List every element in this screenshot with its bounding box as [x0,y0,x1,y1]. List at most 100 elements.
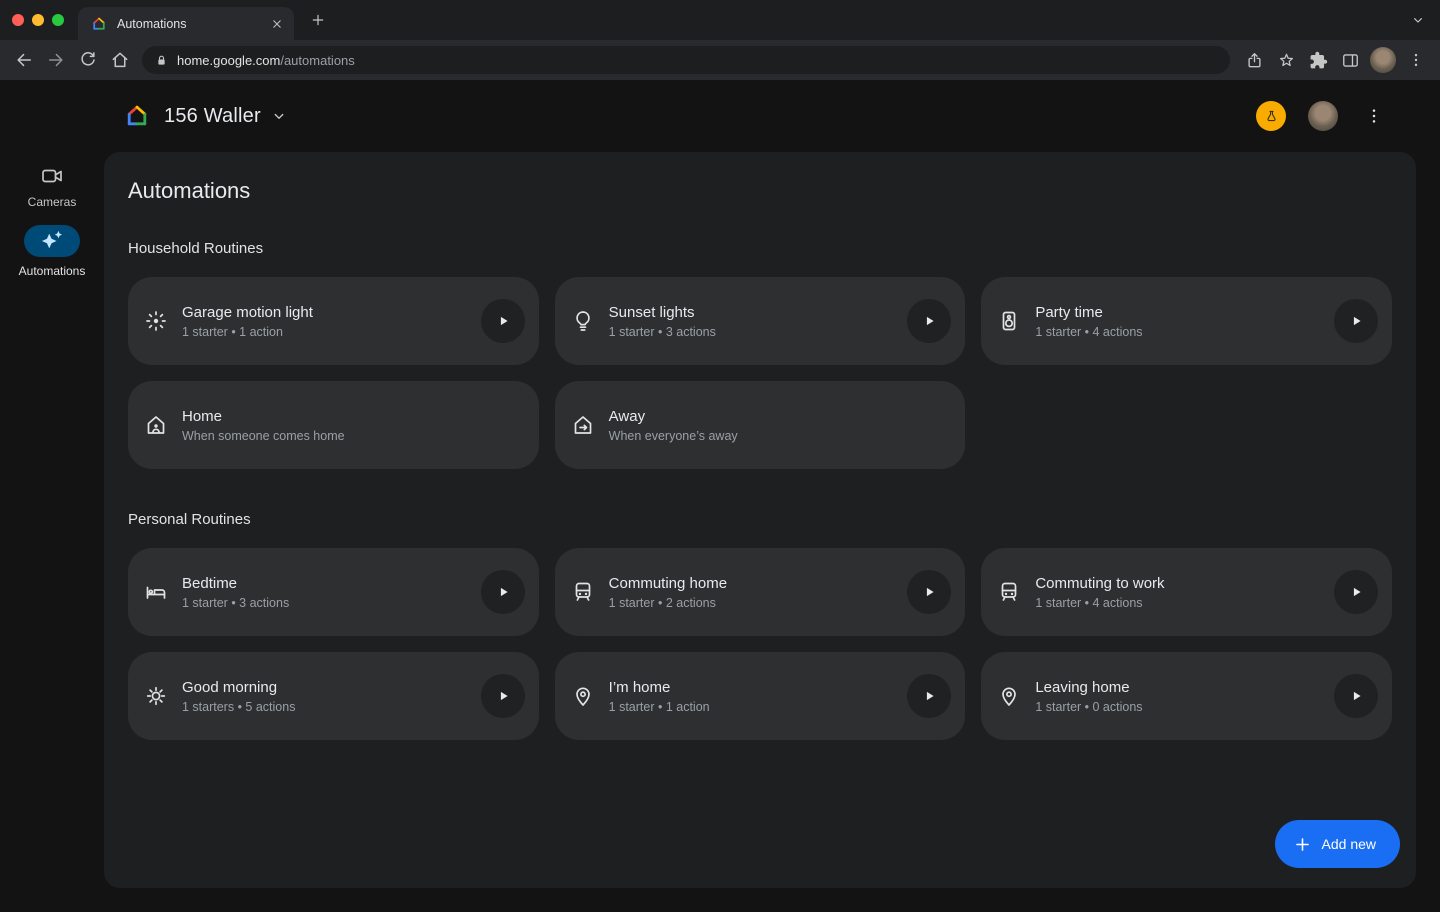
routine-card[interactable]: Good morning 1 starters • 5 actions [128,652,539,740]
routine-card[interactable]: Leaving home 1 starter • 0 actions [981,652,1392,740]
play-button[interactable] [481,674,525,718]
routine-card[interactable]: Home When someone comes home [128,381,539,469]
play-icon [501,692,508,700]
routine-title: Commuting home [609,575,727,592]
browser-toolbar: home.google.com/automations [0,40,1440,80]
play-icon [1354,588,1361,596]
close-window-button[interactable] [12,14,24,26]
google-home-logo [124,103,150,129]
routine-title: Good morning [182,679,295,696]
reload-icon[interactable] [72,44,104,76]
routine-subtitle: 1 starter • 4 actions [1035,596,1164,610]
section-label-personal: Personal Routines [128,511,1392,528]
routine-subtitle: 1 starter • 1 action [609,700,710,714]
app-header: 156 Waller [0,80,1440,152]
routine-card[interactable]: Commuting to work 1 starter • 4 actions [981,548,1392,636]
page-title: Automations [128,178,1392,204]
play-button[interactable] [1334,674,1378,718]
routine-card[interactable]: Party time 1 starter • 4 actions [981,277,1392,365]
browser-profile-avatar[interactable] [1366,47,1400,73]
location-pin-icon [997,684,1021,708]
play-icon [927,317,934,325]
forward-icon[interactable] [40,44,72,76]
bookmark-star-icon[interactable] [1270,44,1302,76]
routine-subtitle: 1 starter • 1 action [182,325,313,339]
play-button[interactable] [1334,570,1378,614]
share-icon[interactable] [1238,44,1270,76]
motion-sensor-icon [144,309,168,333]
play-icon [927,692,934,700]
tab-search-chevron-icon[interactable] [1406,8,1430,32]
routine-subtitle: 1 starter • 4 actions [1035,325,1142,339]
zoom-window-button[interactable] [52,14,64,26]
routine-title: Bedtime [182,575,289,592]
play-icon [501,317,508,325]
location-pin-icon [571,684,595,708]
address-bar[interactable]: home.google.com/automations [142,46,1230,74]
routine-subtitle: 1 starter • 3 actions [609,325,716,339]
routine-title: Commuting to work [1035,575,1164,592]
browser-menu-kebab-icon[interactable] [1400,44,1432,76]
routine-card[interactable]: Away When everyone’s away [555,381,966,469]
tab-favicon-google-home-icon [91,16,107,32]
sun-icon [144,684,168,708]
account-avatar[interactable] [1308,101,1338,131]
videocam-icon [40,164,64,188]
browser-tab[interactable]: Automations [78,7,294,40]
play-button[interactable] [481,299,525,343]
routine-title: Home [182,408,345,425]
chevron-down-icon [270,107,288,125]
routine-subtitle: 1 starter • 3 actions [182,596,289,610]
extensions-icon[interactable] [1302,44,1334,76]
preview-badge[interactable] [1256,101,1286,131]
play-icon [501,588,508,596]
routine-card[interactable]: Garage motion light 1 starter • 1 action [128,277,539,365]
routine-subtitle: 1 starters • 5 actions [182,700,295,714]
home-switcher[interactable]: 156 Waller [150,105,288,128]
lock-icon [154,53,169,68]
play-button[interactable] [481,570,525,614]
commute-icon [997,580,1021,604]
play-button[interactable] [1334,299,1378,343]
routine-title: Leaving home [1035,679,1142,696]
personal-routines-grid: Bedtime 1 starter • 3 actions Commuting … [128,548,1392,740]
minimize-window-button[interactable] [32,14,44,26]
tab-close-icon[interactable] [268,15,286,33]
routine-subtitle: When everyone’s away [609,429,738,443]
sidebar-item-automations[interactable]: Automations [19,225,86,278]
new-tab-button[interactable] [306,8,330,32]
routine-card[interactable]: Bedtime 1 starter • 3 actions [128,548,539,636]
url-domain: home.google.com [177,53,280,68]
lightbulb-icon [571,309,595,333]
routine-subtitle: When someone comes home [182,429,345,443]
window-controls [12,14,64,26]
play-icon [1354,317,1361,325]
back-icon[interactable] [8,44,40,76]
routine-card[interactable]: Sunset lights 1 starter • 3 actions [555,277,966,365]
routine-title: I’m home [609,679,710,696]
routine-title: Garage motion light [182,304,313,321]
play-button[interactable] [907,674,951,718]
add-new-button[interactable]: Add new [1275,820,1400,868]
google-home-app: 156 Waller Cameras [0,80,1440,912]
commute-icon [571,580,595,604]
header-actions [1256,101,1388,131]
tab-title: Automations [117,17,268,31]
sidebar-label: Cameras [28,195,77,209]
play-button[interactable] [907,299,951,343]
home-button-icon[interactable] [104,44,136,76]
routine-card[interactable]: I’m home 1 starter • 1 action [555,652,966,740]
tab-strip: Automations [0,0,1440,40]
play-icon [927,588,934,596]
avatar [1370,47,1396,73]
side-panel-icon[interactable] [1334,44,1366,76]
header-menu-kebab-icon[interactable] [1360,102,1388,130]
play-button[interactable] [907,570,951,614]
url-path: /automations [280,53,354,68]
play-icon [1354,692,1361,700]
section-label-household: Household Routines [128,240,1392,257]
sidebar-item-cameras[interactable]: Cameras [28,164,77,209]
browser-window: Automations home.google.co [0,0,1440,912]
routine-card[interactable]: Commuting home 1 starter • 2 actions [555,548,966,636]
app-sidebar: Cameras Automations [0,152,104,278]
